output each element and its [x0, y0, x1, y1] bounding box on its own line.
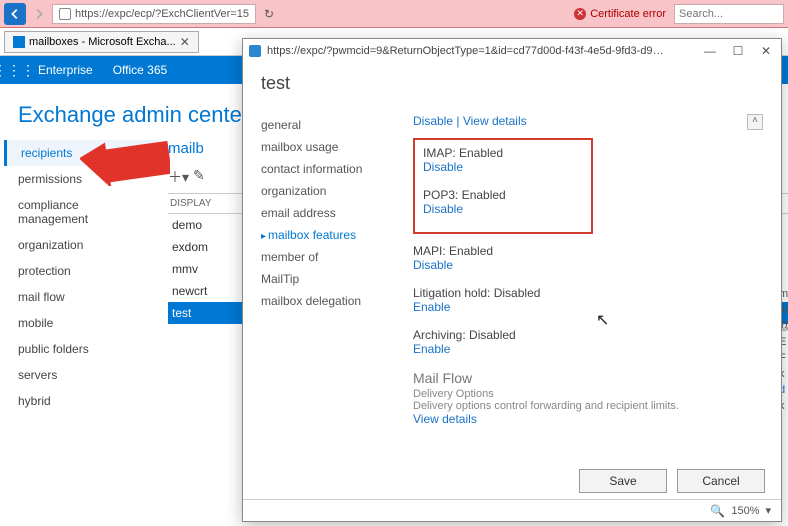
popup-titlebar: https://expc/?pwmcid=9&ReturnObjectType=…	[243, 39, 781, 63]
mailflow-sub: Delivery Options	[413, 388, 753, 400]
sidebar-item-recipients[interactable]: recipients	[4, 140, 160, 166]
browser-search-input[interactable]	[674, 4, 784, 24]
litigation-enable-link[interactable]: Enable	[413, 300, 753, 314]
popup-buttons: Save Cancel	[243, 463, 781, 499]
edit-button[interactable]: ✎	[193, 167, 205, 187]
add-button[interactable]: ＋▾	[168, 167, 189, 187]
sidebar-item-mobile[interactable]: mobile	[4, 310, 160, 336]
sidebar-item-servers[interactable]: servers	[4, 362, 160, 388]
mapi-label: MAPI: Enabled	[413, 244, 753, 258]
mailbox-name: test	[261, 73, 763, 94]
pop3-label: POP3: Enabled	[423, 188, 583, 202]
left-nav: recipientspermissionscompliance manageme…	[0, 140, 160, 526]
imap-label: IMAP: Enabled	[423, 146, 583, 160]
minimize-button[interactable]: —	[701, 44, 719, 58]
category-mailbox-usage[interactable]: mailbox usage	[261, 136, 401, 158]
sidebar-item-protection[interactable]: protection	[4, 258, 160, 284]
category-general[interactable]: general	[261, 114, 401, 136]
sidebar-item-mail-flow[interactable]: mail flow	[4, 284, 160, 310]
sidebar-item-hybrid[interactable]: hybrid	[4, 388, 160, 414]
feature-panel: ˄ Disable | View details IMAP: Enabled D…	[413, 114, 763, 457]
imap-disable-link[interactable]: Disable	[423, 160, 583, 174]
sidebar-item-compliance-management[interactable]: compliance management	[4, 192, 160, 232]
apps-launcher-icon[interactable]: ⋮⋮⋮	[0, 62, 28, 79]
cert-error[interactable]: ✕ Certificate error	[574, 8, 672, 20]
category-mailbox-features[interactable]: mailbox features	[261, 224, 401, 246]
enterprise-link[interactable]: Enterprise	[28, 63, 103, 77]
archiving-label: Archiving: Disabled	[413, 328, 753, 342]
top-action-links: Disable | View details	[413, 114, 753, 128]
category-mailbox-delegation[interactable]: mailbox delegation	[261, 290, 401, 312]
sidebar-item-organization[interactable]: organization	[4, 232, 160, 258]
category-email-address[interactable]: email address	[261, 202, 401, 224]
back-button[interactable]	[4, 3, 26, 25]
close-button[interactable]: ✕	[757, 44, 775, 58]
mailflow-desc: Delivery options control forwarding and …	[413, 400, 753, 412]
url-field[interactable]: https://expc/ecp/?ExchClientVer=15	[52, 4, 256, 24]
forward-button[interactable]	[28, 3, 50, 25]
sidebar-item-public-folders[interactable]: public folders	[4, 336, 160, 362]
browser-tab[interactable]: mailboxes - Microsoft Excha... ✕	[4, 31, 199, 53]
scroll-up-button[interactable]: ˄	[747, 114, 763, 130]
category-contact-information[interactable]: contact information	[261, 158, 401, 180]
category-list: generalmailbox usagecontact informationo…	[261, 114, 401, 457]
archiving-enable-link[interactable]: Enable	[413, 342, 753, 356]
category-organization[interactable]: organization	[261, 180, 401, 202]
litigation-label: Litigation hold: Disabled	[413, 286, 753, 300]
zoom-dropdown-icon[interactable]: ▾	[765, 504, 771, 517]
mailflow-heading: Mail Flow	[413, 370, 753, 386]
sidebar-item-permissions[interactable]: permissions	[4, 166, 160, 192]
popup-url: https://expc/?pwmcid=9&ReturnObjectType=…	[267, 45, 667, 57]
zoom-level[interactable]: 150%	[731, 505, 759, 517]
edit-mailbox-popup: https://expc/?pwmcid=9&ReturnObjectType=…	[242, 38, 782, 522]
tab-close-icon[interactable]: ✕	[180, 35, 190, 49]
tab-favicon	[13, 36, 25, 48]
office365-link[interactable]: Office 365	[103, 63, 177, 77]
mailflow-view-details-link[interactable]: View details	[413, 412, 753, 426]
popup-favicon	[249, 45, 261, 57]
mapi-disable-link[interactable]: Disable	[413, 258, 753, 272]
highlight-box: IMAP: Enabled Disable POP3: Enabled Disa…	[413, 138, 593, 234]
category-member-of[interactable]: member of	[261, 246, 401, 268]
browser-address-bar: https://expc/ecp/?ExchClientVer=15 ↻ ✕ C…	[0, 0, 788, 28]
refresh-button[interactable]: ↻	[258, 7, 280, 21]
maximize-button[interactable]: ☐	[729, 44, 747, 58]
save-button[interactable]: Save	[579, 469, 667, 493]
tab-title: mailboxes - Microsoft Excha...	[29, 36, 176, 48]
cancel-button[interactable]: Cancel	[677, 469, 765, 493]
url-text: https://expc/ecp/?ExchClientVer=15	[75, 4, 249, 24]
lock-icon	[59, 8, 71, 20]
shield-icon: ✕	[574, 8, 586, 20]
owa-view-details-link[interactable]: View details	[463, 114, 527, 128]
popup-statusbar: 🔍 150% ▾	[243, 499, 781, 521]
cert-error-text: Certificate error	[590, 8, 666, 20]
category-MailTip[interactable]: MailTip	[261, 268, 401, 290]
pop3-disable-link[interactable]: Disable	[423, 202, 583, 216]
owa-disable-link[interactable]: Disable	[413, 114, 453, 128]
zoom-icon[interactable]: 🔍	[710, 504, 725, 518]
